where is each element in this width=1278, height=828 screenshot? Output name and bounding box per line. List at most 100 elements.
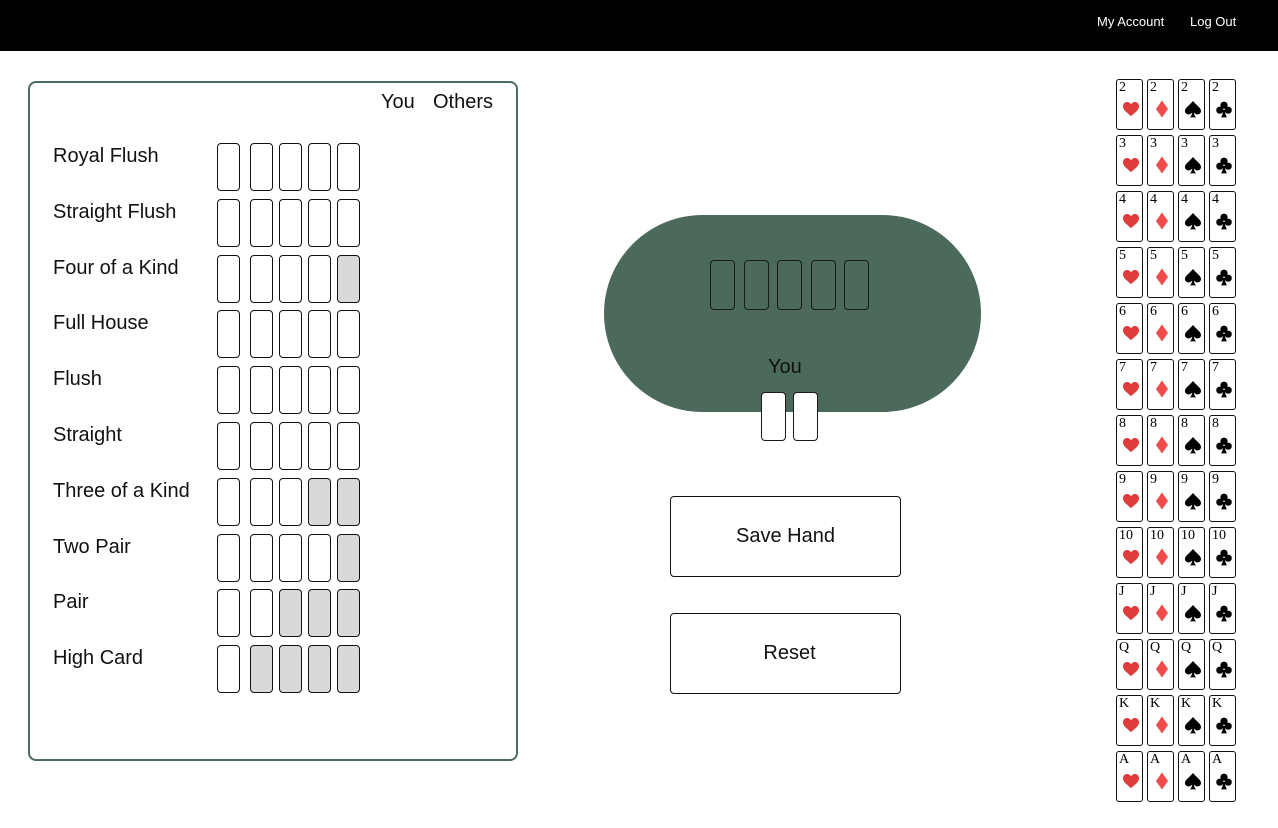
- deck-card-4-hearts[interactable]: 4: [1116, 191, 1143, 242]
- deck-card-k-clubs[interactable]: K: [1209, 695, 1236, 746]
- deck-card-3-hearts[interactable]: 3: [1116, 135, 1143, 186]
- deck-card-2-diamonds[interactable]: 2: [1147, 79, 1174, 130]
- deck-card-10-hearts[interactable]: 10: [1116, 527, 1143, 578]
- deck-card-8-clubs[interactable]: 8: [1209, 415, 1236, 466]
- hand-card-slot[interactable]: [308, 143, 331, 191]
- deck-card-q-hearts[interactable]: Q: [1116, 639, 1143, 690]
- hand-card-slot[interactable]: [217, 645, 240, 693]
- hand-card-slot[interactable]: [308, 199, 331, 247]
- hand-card-slot[interactable]: [337, 589, 360, 637]
- deck-card-a-clubs[interactable]: A: [1209, 751, 1236, 802]
- hand-card-slot[interactable]: [250, 422, 273, 470]
- hand-card-slot[interactable]: [279, 255, 302, 303]
- deck-card-2-clubs[interactable]: 2: [1209, 79, 1236, 130]
- hand-card-slot[interactable]: [279, 366, 302, 414]
- hand-card-slot[interactable]: [337, 645, 360, 693]
- hand-card-slot[interactable]: [279, 199, 302, 247]
- hand-card-slot[interactable]: [337, 310, 360, 358]
- deck-card-j-clubs[interactable]: J: [1209, 583, 1236, 634]
- hand-card-slot[interactable]: [308, 310, 331, 358]
- hand-card-slot[interactable]: [217, 366, 240, 414]
- deck-card-10-clubs[interactable]: 10: [1209, 527, 1236, 578]
- hole-card-slot[interactable]: [761, 392, 786, 441]
- deck-card-j-diamonds[interactable]: J: [1147, 583, 1174, 634]
- my-account-link[interactable]: My Account: [1097, 14, 1164, 29]
- hand-card-slot[interactable]: [308, 422, 331, 470]
- hand-card-slot[interactable]: [250, 589, 273, 637]
- deck-card-5-hearts[interactable]: 5: [1116, 247, 1143, 298]
- hand-card-slot[interactable]: [337, 534, 360, 582]
- hand-card-slot[interactable]: [250, 366, 273, 414]
- hand-card-slot[interactable]: [217, 534, 240, 582]
- hand-card-slot[interactable]: [308, 255, 331, 303]
- board-card-slot[interactable]: [777, 260, 802, 310]
- hand-card-slot[interactable]: [217, 255, 240, 303]
- deck-card-j-hearts[interactable]: J: [1116, 583, 1143, 634]
- deck-card-q-clubs[interactable]: Q: [1209, 639, 1236, 690]
- hand-card-slot[interactable]: [250, 478, 273, 526]
- deck-card-3-spades[interactable]: 3: [1178, 135, 1205, 186]
- hand-card-slot[interactable]: [308, 366, 331, 414]
- deck-card-8-hearts[interactable]: 8: [1116, 415, 1143, 466]
- deck-card-10-spades[interactable]: 10: [1178, 527, 1205, 578]
- deck-card-7-diamonds[interactable]: 7: [1147, 359, 1174, 410]
- deck-card-3-diamonds[interactable]: 3: [1147, 135, 1174, 186]
- deck-card-5-spades[interactable]: 5: [1178, 247, 1205, 298]
- deck-card-7-hearts[interactable]: 7: [1116, 359, 1143, 410]
- hand-card-slot[interactable]: [337, 255, 360, 303]
- deck-card-q-diamonds[interactable]: Q: [1147, 639, 1174, 690]
- deck-card-10-diamonds[interactable]: 10: [1147, 527, 1174, 578]
- board-card-slot[interactable]: [844, 260, 869, 310]
- deck-card-6-diamonds[interactable]: 6: [1147, 303, 1174, 354]
- hand-card-slot[interactable]: [337, 143, 360, 191]
- deck-card-9-spades[interactable]: 9: [1178, 471, 1205, 522]
- deck-card-4-diamonds[interactable]: 4: [1147, 191, 1174, 242]
- deck-card-3-clubs[interactable]: 3: [1209, 135, 1236, 186]
- deck-card-k-hearts[interactable]: K: [1116, 695, 1143, 746]
- hand-card-slot[interactable]: [279, 422, 302, 470]
- hand-card-slot[interactable]: [217, 589, 240, 637]
- hand-card-slot[interactable]: [337, 199, 360, 247]
- deck-card-9-clubs[interactable]: 9: [1209, 471, 1236, 522]
- deck-card-6-spades[interactable]: 6: [1178, 303, 1205, 354]
- hand-card-slot[interactable]: [217, 143, 240, 191]
- hand-card-slot[interactable]: [250, 143, 273, 191]
- deck-card-q-spades[interactable]: Q: [1178, 639, 1205, 690]
- hand-card-slot[interactable]: [279, 645, 302, 693]
- board-card-slot[interactable]: [710, 260, 735, 310]
- hand-card-slot[interactable]: [279, 478, 302, 526]
- hand-card-slot[interactable]: [250, 645, 273, 693]
- hand-card-slot[interactable]: [279, 310, 302, 358]
- reset-button[interactable]: Reset: [670, 613, 901, 694]
- board-card-slot[interactable]: [810, 260, 836, 310]
- deck-card-k-spades[interactable]: K: [1178, 695, 1205, 746]
- deck-card-j-spades[interactable]: J: [1178, 583, 1205, 634]
- deck-card-a-spades[interactable]: A: [1178, 751, 1205, 802]
- log-out-link[interactable]: Log Out: [1190, 14, 1236, 29]
- deck-card-a-hearts[interactable]: A: [1116, 751, 1143, 802]
- hand-card-slot[interactable]: [279, 143, 302, 191]
- hand-card-slot[interactable]: [308, 478, 331, 526]
- hand-card-slot[interactable]: [250, 255, 273, 303]
- board-card-slot[interactable]: [743, 260, 769, 310]
- hand-card-slot[interactable]: [217, 310, 240, 358]
- hand-card-slot[interactable]: [337, 366, 360, 414]
- deck-card-7-spades[interactable]: 7: [1178, 359, 1205, 410]
- hand-card-slot[interactable]: [250, 199, 273, 247]
- deck-card-5-diamonds[interactable]: 5: [1147, 247, 1174, 298]
- deck-card-5-clubs[interactable]: 5: [1209, 247, 1236, 298]
- deck-card-4-clubs[interactable]: 4: [1209, 191, 1236, 242]
- hand-card-slot[interactable]: [217, 422, 240, 470]
- deck-card-9-diamonds[interactable]: 9: [1147, 471, 1174, 522]
- deck-card-2-spades[interactable]: 2: [1178, 79, 1205, 130]
- deck-card-2-hearts[interactable]: 2: [1116, 79, 1143, 130]
- deck-card-a-diamonds[interactable]: A: [1147, 751, 1174, 802]
- hand-card-slot[interactable]: [337, 478, 360, 526]
- hand-card-slot[interactable]: [279, 589, 302, 637]
- hand-card-slot[interactable]: [250, 534, 273, 582]
- deck-card-6-clubs[interactable]: 6: [1209, 303, 1236, 354]
- hand-card-slot[interactable]: [308, 645, 331, 693]
- deck-card-9-hearts[interactable]: 9: [1116, 471, 1143, 522]
- deck-card-7-clubs[interactable]: 7: [1209, 359, 1236, 410]
- hand-card-slot[interactable]: [217, 478, 240, 526]
